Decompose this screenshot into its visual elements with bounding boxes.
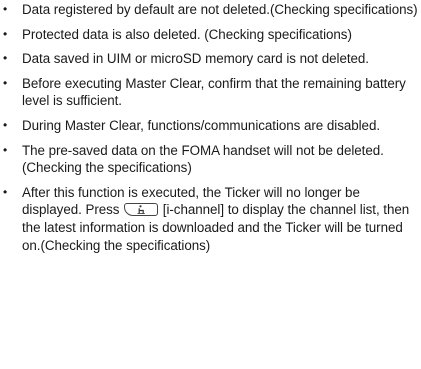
note-text: Data saved in UIM or microSD memory card… bbox=[22, 51, 369, 67]
note-item: • The pre-saved data on the FOMA handset… bbox=[0, 142, 421, 177]
note-item: • Data saved in UIM or microSD memory ca… bbox=[0, 50, 421, 68]
bullet: • bbox=[3, 75, 8, 90]
note-text: Before executing Master Clear, confirm t… bbox=[22, 75, 406, 109]
note-text: During Master Clear, functions/communica… bbox=[22, 117, 381, 133]
bullet: • bbox=[3, 26, 8, 41]
note-text: Protected data is also deleted. (Checkin… bbox=[22, 26, 352, 42]
note-text: The pre-saved data on the FOMA handset w… bbox=[22, 142, 384, 176]
bullet: • bbox=[3, 142, 8, 157]
note-item: • Before executing Master Clear, confirm… bbox=[0, 75, 421, 110]
notes-list: • Data registered by default are not del… bbox=[0, 0, 421, 254]
bullet: • bbox=[3, 2, 8, 16]
i-channel-key-icon bbox=[124, 203, 159, 217]
note-text: Data registered by default are not delet… bbox=[22, 2, 418, 17]
bullet: • bbox=[3, 51, 8, 66]
note-item: • During Master Clear, functions/communi… bbox=[0, 117, 421, 135]
bullet: • bbox=[3, 184, 8, 199]
note-item: • Protected data is also deleted. (Check… bbox=[0, 26, 421, 44]
note-item: • Data registered by default are not del… bbox=[0, 1, 421, 19]
bullet: • bbox=[3, 117, 8, 132]
note-item: • After this function is executed, the T… bbox=[0, 184, 421, 254]
